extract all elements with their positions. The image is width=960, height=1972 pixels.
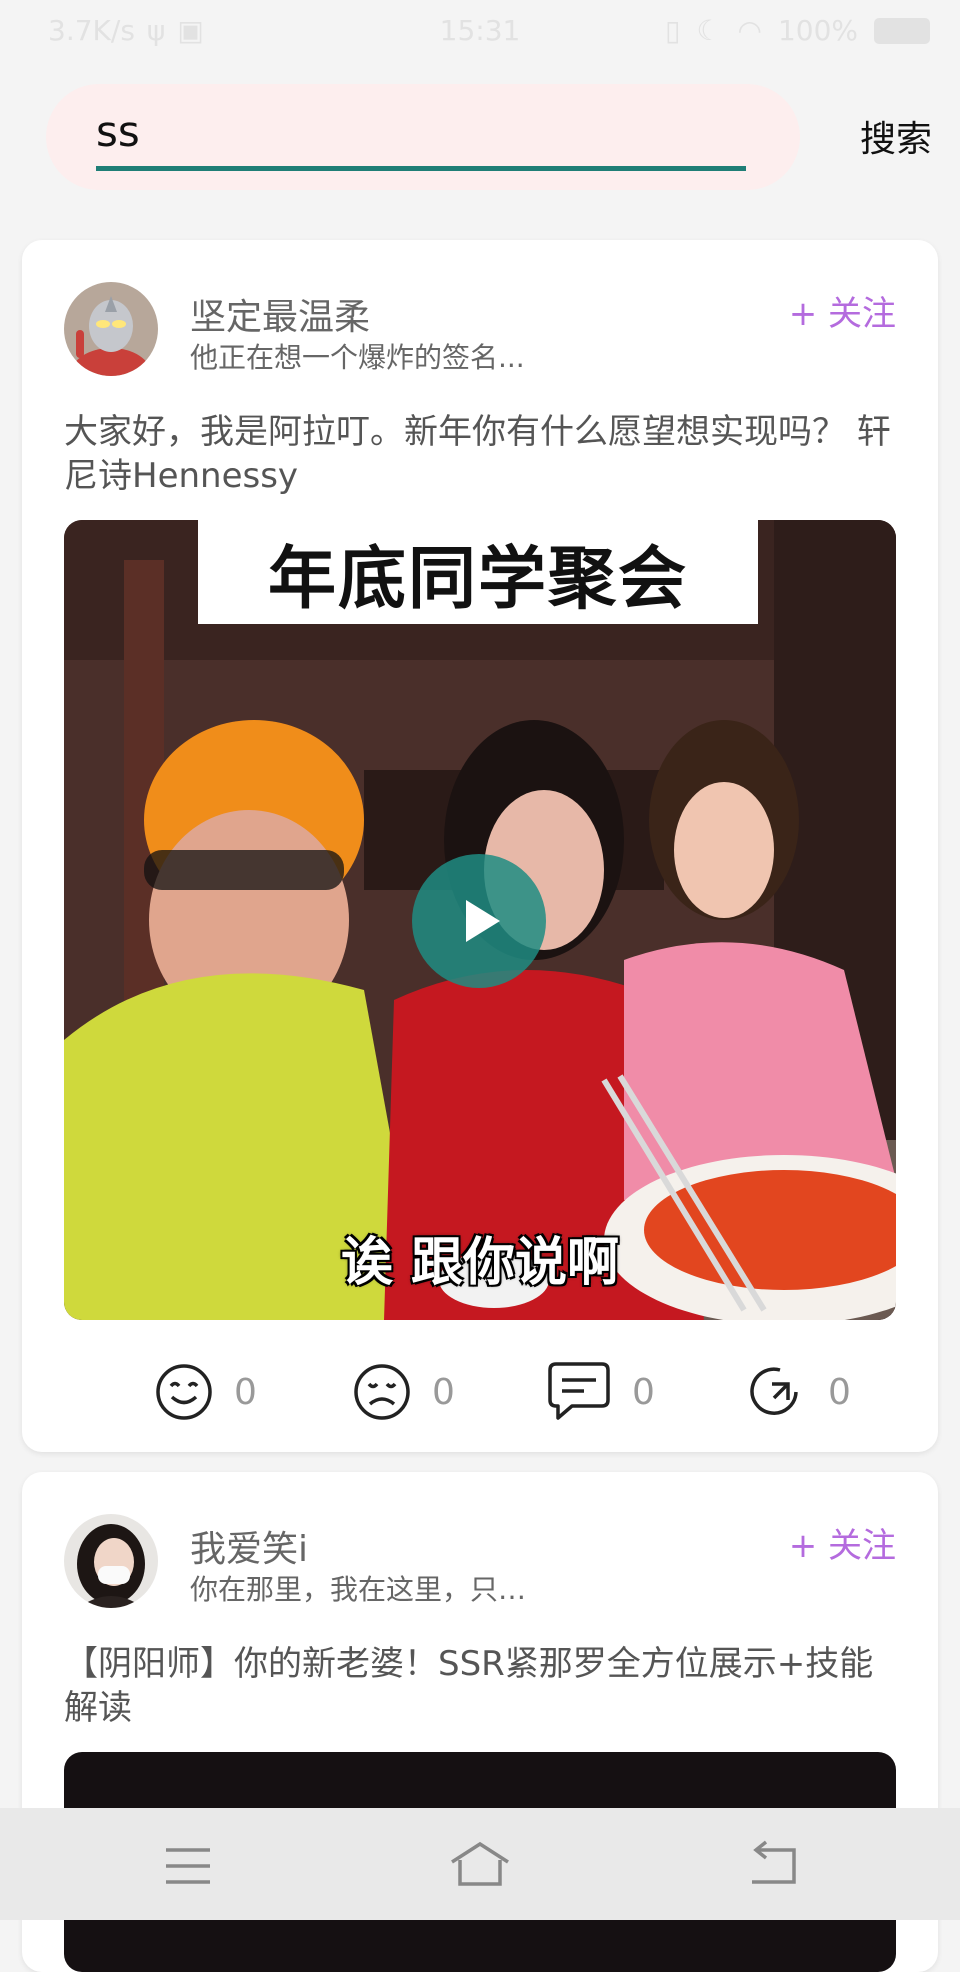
username[interactable]: 坚定最温柔: [190, 288, 370, 340]
comment-action[interactable]: 0: [546, 1352, 655, 1432]
post-text[interactable]: 【阴阳师】你的新老婆！SSR紧那罗全方位展示+技能解读: [64, 1642, 894, 1730]
video-subtitle: 诶 跟你说啊: [340, 1233, 620, 1293]
share-action[interactable]: 0: [744, 1352, 851, 1432]
user-signature: 你在那里，我在这里，只…: [190, 1573, 527, 1606]
dislike-action[interactable]: 0: [352, 1352, 455, 1432]
home-button[interactable]: [448, 1836, 509, 1896]
avatar[interactable]: [64, 282, 158, 376]
share-count: 0: [828, 1371, 851, 1413]
like-action[interactable]: 0: [154, 1352, 257, 1432]
search-bar: 搜索: [0, 80, 960, 200]
like-count: 0: [234, 1371, 257, 1413]
clock: 15:31: [439, 14, 521, 47]
comment-count: 0: [632, 1371, 655, 1413]
video-thumbnail[interactable]: 年底同学聚会 诶 跟你说啊: [64, 520, 896, 1320]
battery-icon: [874, 17, 930, 44]
post-text[interactable]: 大家好，我是阿拉叮。新年你有什么愿望想实现吗？ 轩尼诗Hennessy: [64, 410, 894, 498]
search-input[interactable]: [96, 104, 746, 158]
status-bar: 3.7K/s ψ ▣ 15:31 ▯ ☾ ◠ 100%: [0, 0, 960, 64]
menu-button[interactable]: [158, 1836, 218, 1896]
smile-face-icon: [156, 1364, 212, 1420]
video-title-caption: 年底同学聚会: [198, 520, 758, 624]
sad-face-icon: [354, 1364, 410, 1420]
play-icon: [466, 900, 500, 942]
search-button[interactable]: 搜索: [860, 110, 932, 162]
battery-level: 100%: [777, 14, 858, 47]
post-card[interactable]: 坚定最温柔 他正在想一个爆炸的签名... + 关注 大家好，我是阿拉叮。新年你有…: [22, 240, 938, 1452]
moon-icon: ☾: [696, 14, 722, 47]
dislike-count: 0: [432, 1371, 455, 1413]
menu-icon: [166, 1848, 210, 1884]
home-icon: [451, 1841, 509, 1886]
play-button[interactable]: [412, 854, 546, 988]
status-right: ▯ ☾ ◠ 100%: [665, 14, 930, 47]
search-underline: [96, 166, 746, 171]
username[interactable]: 我爱笑i: [190, 1520, 308, 1572]
avatar[interactable]: [64, 1514, 158, 1608]
comment-icon: [548, 1362, 610, 1420]
vibrate-icon: ▯: [664, 14, 681, 47]
wifi-icon: ◠: [737, 14, 762, 47]
share-icon: [750, 1367, 798, 1415]
follow-button[interactable]: + 关注: [789, 286, 896, 335]
follow-button[interactable]: + 关注: [789, 1518, 896, 1567]
back-button[interactable]: [744, 1836, 804, 1896]
system-nav-bar: [0, 1808, 960, 1920]
back-icon: [752, 1840, 796, 1884]
post-actions: 0 0 0 0: [22, 1352, 938, 1432]
user-signature: 他正在想一个爆炸的签名...: [190, 341, 525, 374]
